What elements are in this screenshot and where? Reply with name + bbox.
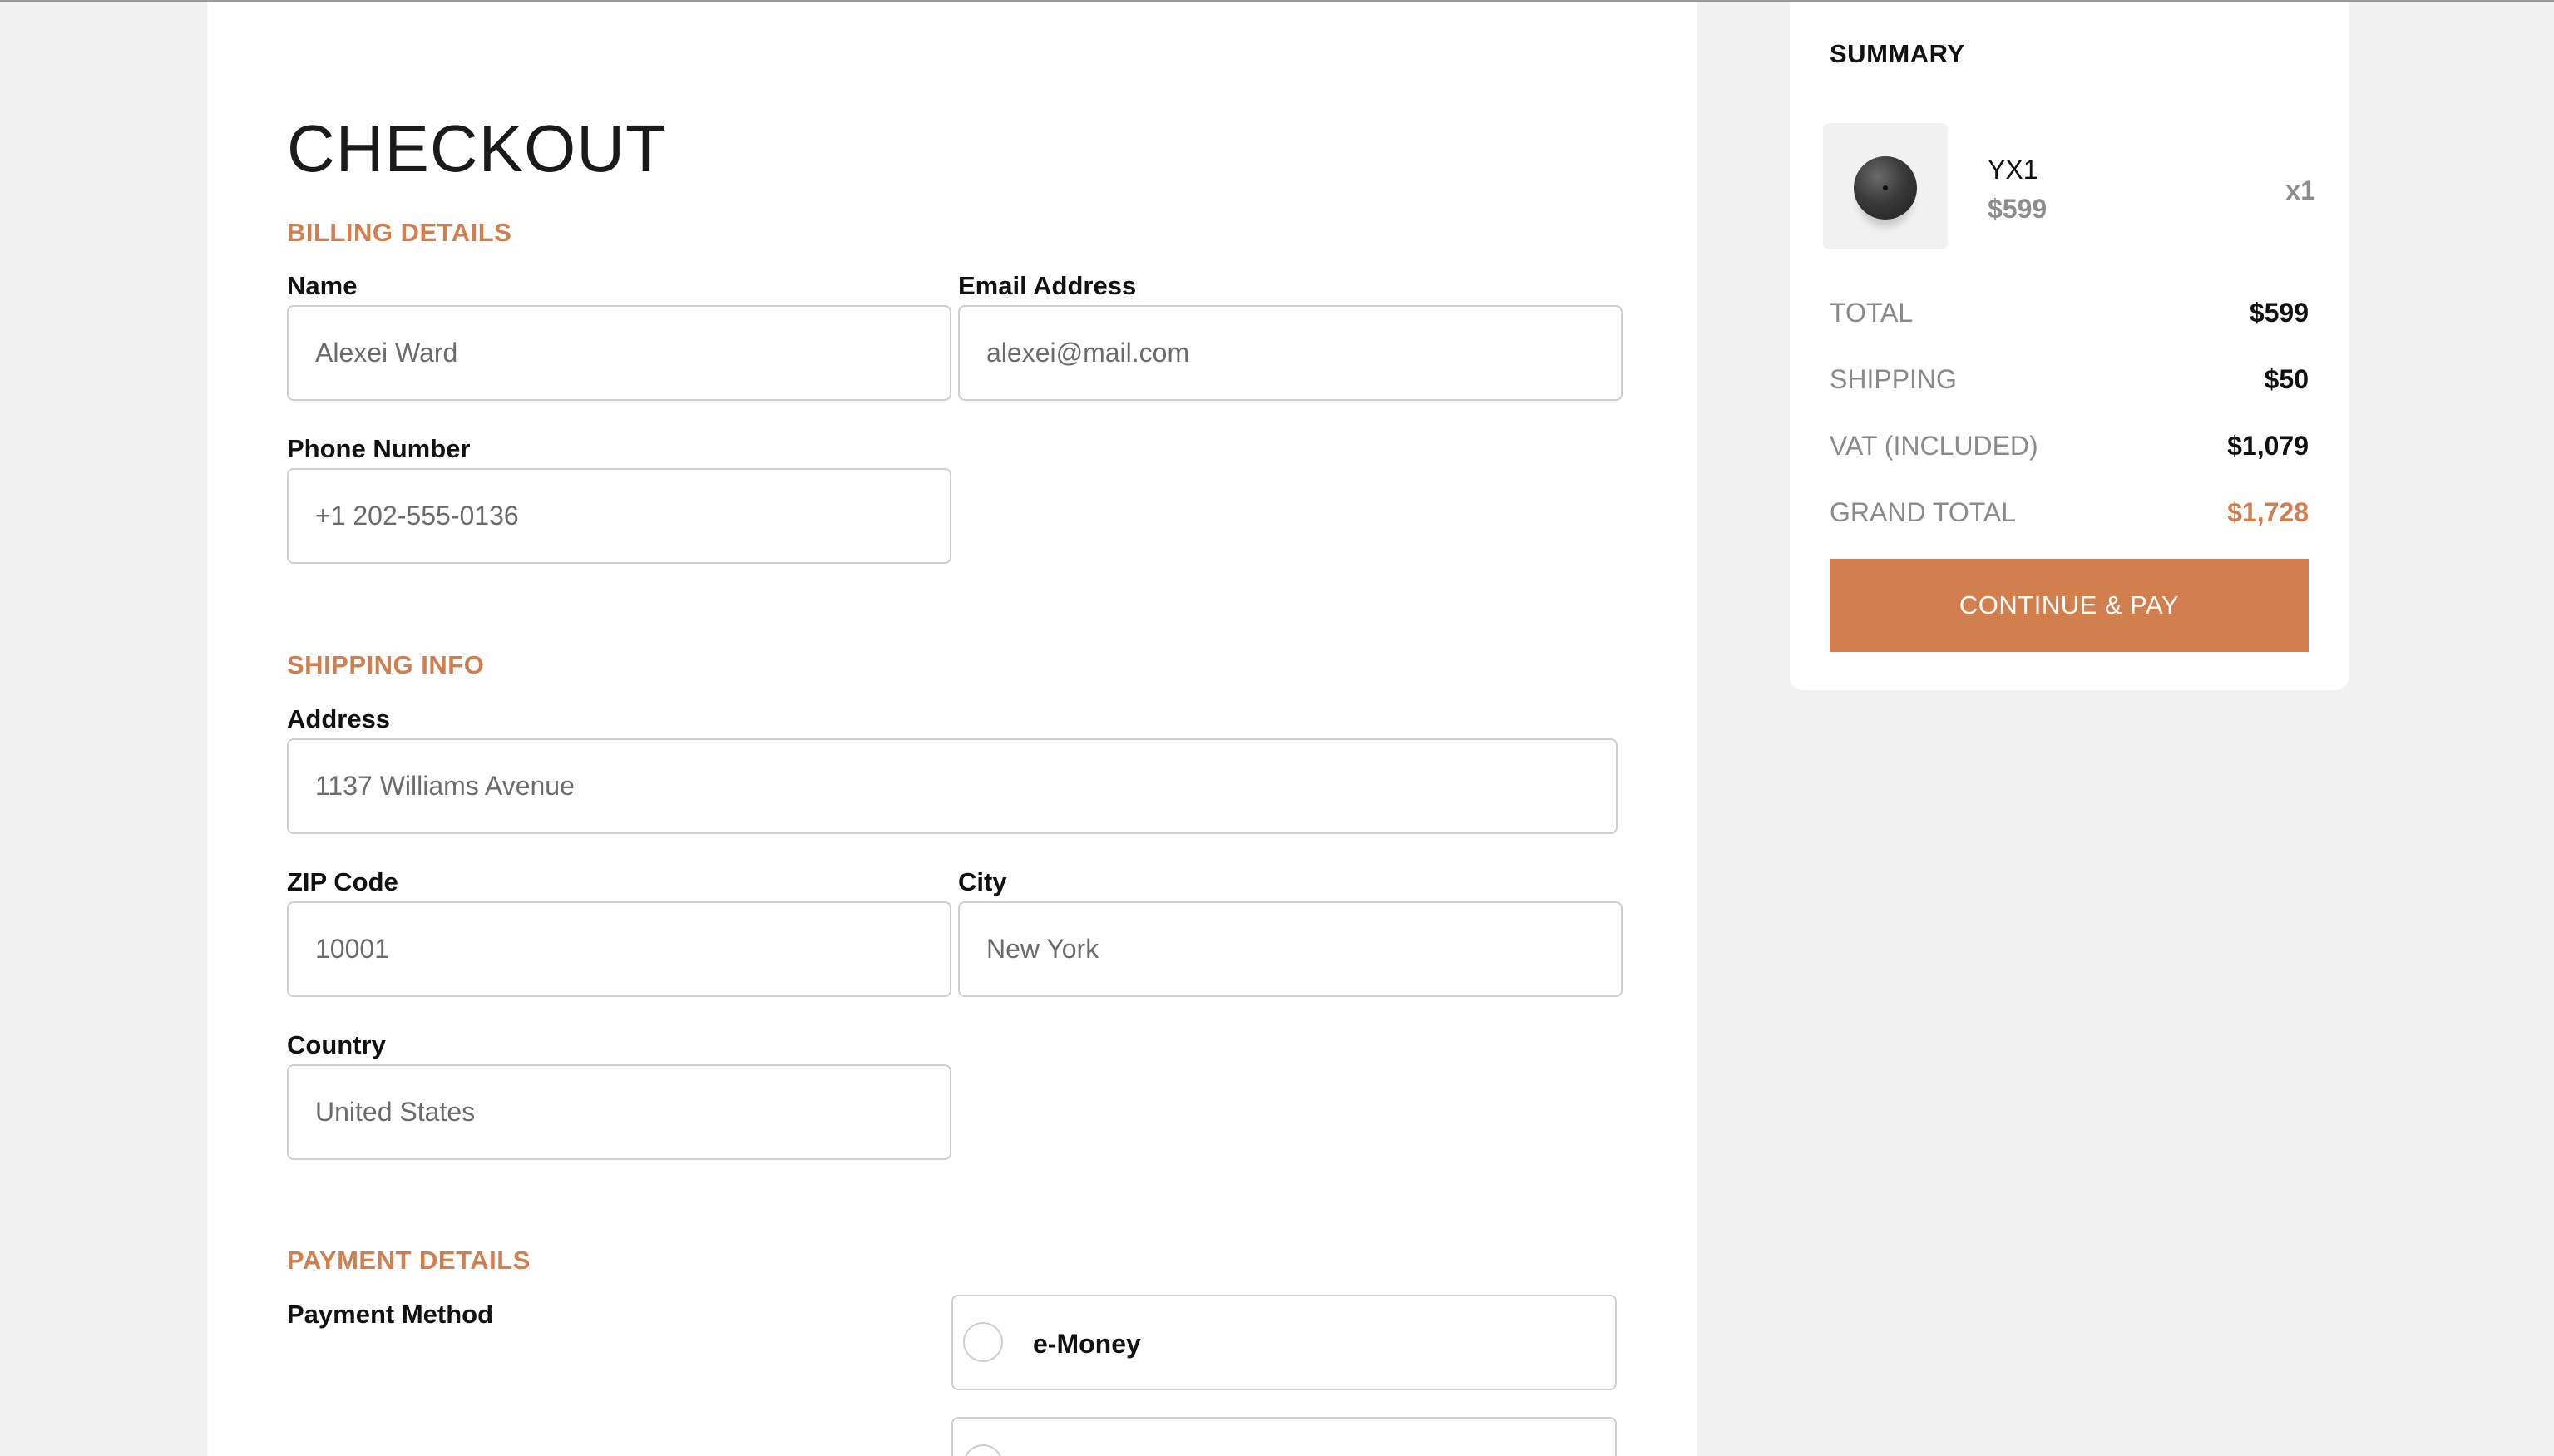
- summary-row-value: $1,079: [2227, 431, 2309, 461]
- email-input[interactable]: [960, 307, 1621, 399]
- email-label: Email Address: [958, 271, 1137, 300]
- city-field-box: [958, 901, 1623, 997]
- city-label: City: [958, 867, 1007, 896]
- payment-details-heading: PAYMENT DETAILS: [287, 1246, 531, 1275]
- country-field-box: [287, 1064, 951, 1160]
- summary-row-grand-total: GRAND TOTAL $1,728: [1830, 496, 2309, 529]
- product-name: YX1: [1988, 155, 2038, 185]
- summary-row-label: TOTAL: [1830, 298, 1914, 328]
- payment-option-label: e-Money: [1033, 1329, 1141, 1359]
- summary-row-label: SHIPPING: [1830, 364, 1957, 394]
- phone-input[interactable]: [289, 470, 950, 562]
- radio-emoney[interactable]: [963, 1322, 1003, 1362]
- summary-row-total: TOTAL $599: [1830, 296, 2309, 329]
- address-input[interactable]: [289, 740, 1616, 832]
- address-label: Address: [287, 704, 391, 733]
- name-input[interactable]: [289, 307, 950, 399]
- checkout-form-card: CHECKOUT BILLING DETAILS Name Email Addr…: [207, 2, 1697, 1456]
- page-title: CHECKOUT: [287, 111, 667, 185]
- grand-total-value: $1,728: [2227, 497, 2309, 527]
- summary-row-value: $50: [2264, 364, 2309, 394]
- summary-row-value: $599: [2249, 298, 2309, 328]
- email-field-box: [958, 305, 1623, 401]
- summary-row-shipping: SHIPPING $50: [1830, 363, 2309, 396]
- product-quantity: x1: [2285, 175, 2315, 205]
- country-input[interactable]: [289, 1066, 950, 1158]
- shipping-info-heading: SHIPPING INFO: [287, 650, 485, 679]
- billing-details-heading: BILLING DETAILS: [287, 218, 512, 247]
- phone-label: Phone Number: [287, 434, 471, 463]
- summary-title: SUMMARY: [1830, 39, 1965, 68]
- speaker-center-dot: [1883, 185, 1888, 190]
- summary-row-label: GRAND TOTAL: [1830, 497, 2017, 527]
- phone-field-box: [287, 468, 951, 564]
- payment-method-label: Payment Method: [287, 1300, 494, 1329]
- product-thumbnail: [1823, 123, 1948, 249]
- continue-and-pay-button[interactable]: CONTINUE & PAY: [1830, 559, 2309, 652]
- name-label: Name: [287, 271, 358, 300]
- name-field-box: [287, 305, 951, 401]
- order-summary-card: SUMMARY YX1 $599 x1 TOTAL $599 SHIPPING …: [1790, 2, 2349, 690]
- zip-input[interactable]: [289, 903, 950, 995]
- summary-row-vat: VAT (INCLUDED) $1,079: [1830, 429, 2309, 462]
- zip-label: ZIP Code: [287, 867, 398, 896]
- payment-option-second[interactable]: [951, 1417, 1617, 1456]
- product-price: $599: [1988, 194, 2048, 224]
- speaker-image: [1854, 156, 1917, 220]
- address-field-box: [287, 738, 1618, 834]
- city-input[interactable]: [960, 903, 1621, 995]
- zip-field-box: [287, 901, 951, 997]
- payment-option-emoney[interactable]: e-Money: [951, 1295, 1617, 1390]
- radio-second[interactable]: [963, 1444, 1003, 1456]
- country-label: Country: [287, 1030, 386, 1059]
- summary-row-label: VAT (INCLUDED): [1830, 431, 2038, 461]
